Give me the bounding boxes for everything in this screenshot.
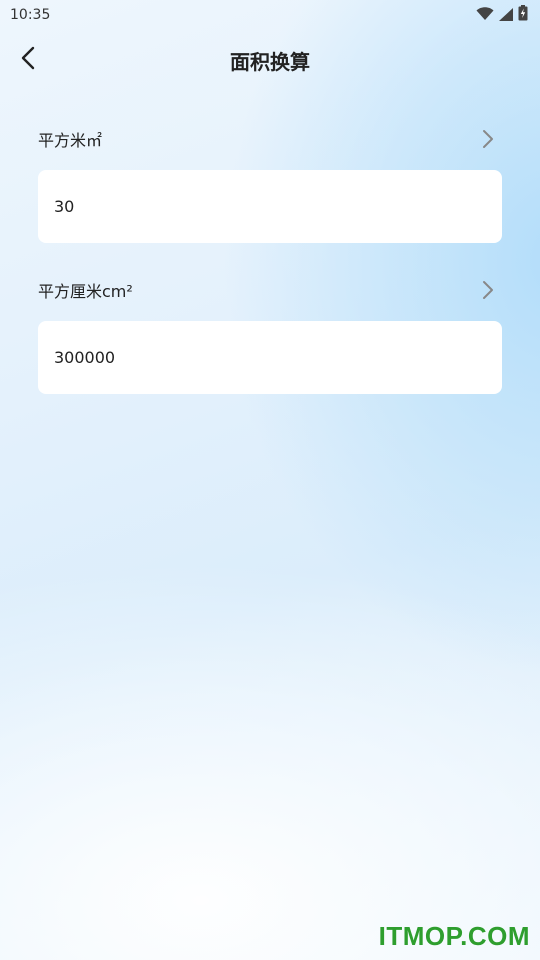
status-bar: 10:35	[0, 0, 540, 30]
value-field-container	[38, 321, 502, 394]
status-icons	[476, 5, 528, 25]
square-centimeter-input[interactable]	[54, 348, 502, 367]
chevron-right-icon	[476, 278, 500, 302]
value-field-container	[38, 170, 502, 243]
status-time: 10:35	[10, 7, 51, 23]
square-meter-input[interactable]	[54, 197, 502, 216]
signal-icon	[498, 6, 514, 25]
battery-charging-icon	[518, 5, 528, 25]
unit-label: 平方厘米cm²	[38, 282, 133, 301]
unit-selector-square-meter[interactable]: 平方米㎡	[38, 122, 502, 156]
unit-block-square-meter: 平方米㎡	[38, 122, 502, 243]
unit-block-square-centimeter: 平方厘米cm²	[38, 273, 502, 394]
wifi-icon	[476, 6, 494, 25]
watermark-logo: ITMOP.COM	[378, 921, 530, 951]
header: 面积换算	[0, 38, 540, 82]
unit-label: 平方米㎡	[38, 131, 103, 150]
page-title: 面积换算	[230, 50, 310, 74]
unit-selector-square-centimeter[interactable]: 平方厘米cm²	[38, 273, 502, 307]
chevron-right-icon	[476, 127, 500, 151]
